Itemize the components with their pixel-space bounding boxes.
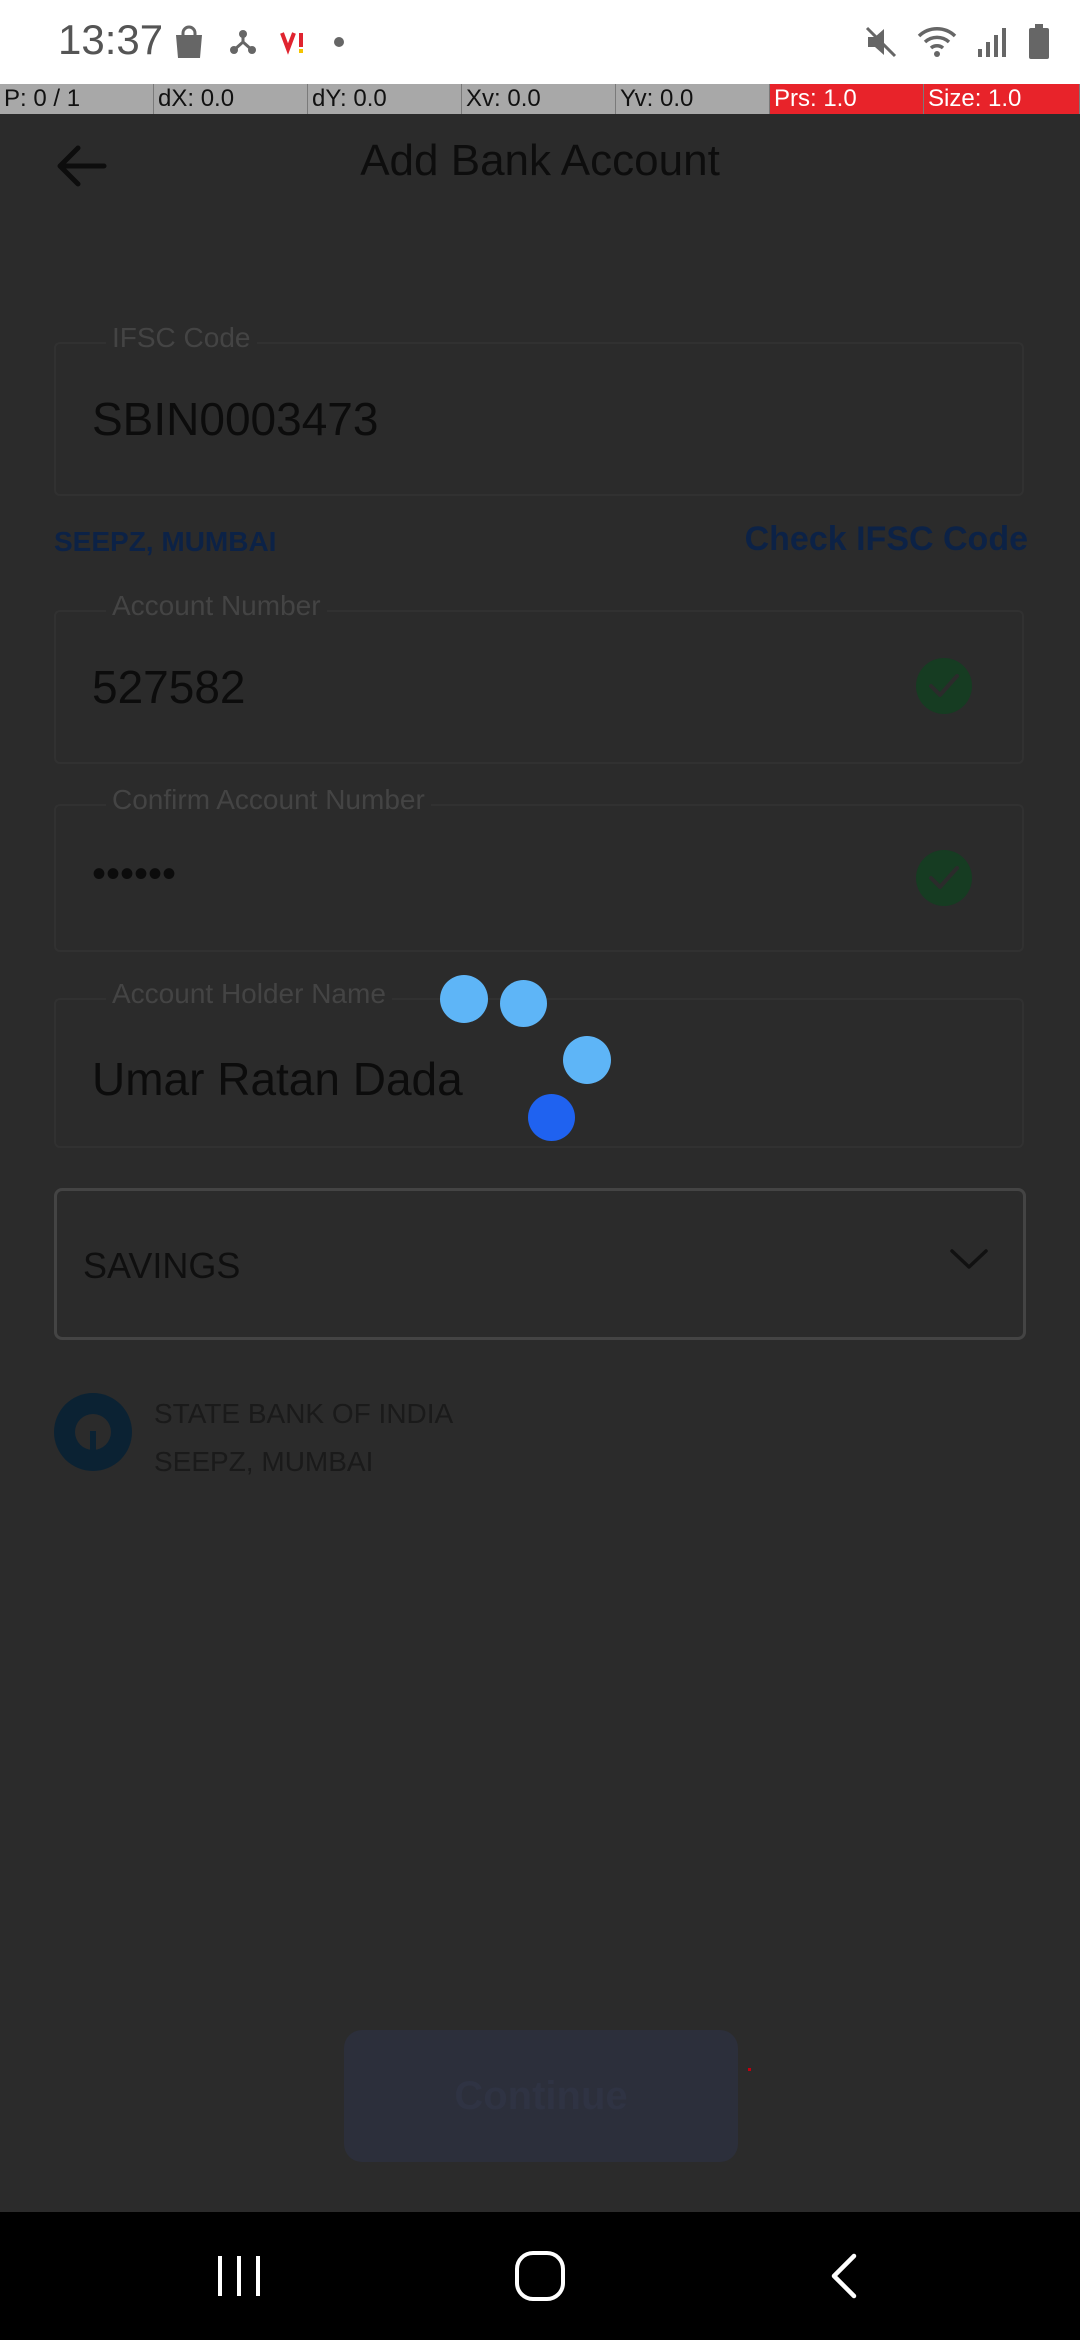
app-header: Add Bank Account xyxy=(0,114,1080,214)
ifsc-code-label: IFSC Code xyxy=(106,322,257,354)
account-number-field[interactable]: Account Number 527582 xyxy=(54,590,1024,764)
pointer-dy: dY: 0.0 xyxy=(308,84,462,114)
touch-indicator-dot xyxy=(748,2068,751,2071)
spinner-dot xyxy=(563,1036,611,1084)
add-bank-account-screen: Add Bank Account IFSC Code SBIN0003473 S… xyxy=(0,114,1080,2212)
share-hub-icon xyxy=(230,30,256,54)
ifsc-code-value: SBIN0003473 xyxy=(92,393,379,445)
battery-icon xyxy=(1029,24,1049,59)
account-type-value: SAVINGS xyxy=(83,1245,241,1286)
ifsc-branch-hint: SEEPZ, MUMBAI xyxy=(54,526,277,557)
continue-button[interactable]: Continue xyxy=(344,2030,738,2162)
pointer-pressure: Prs: 1.0 xyxy=(770,84,924,114)
ifsc-code-field[interactable]: IFSC Code SBIN0003473 xyxy=(54,322,1024,496)
bank-name: STATE BANK OF INDIA xyxy=(154,1398,454,1429)
chevron-down-icon xyxy=(950,1249,988,1269)
spinner-dot xyxy=(440,975,488,1023)
pointer-location-bar: P: 0 / 1 dX: 0.0 dY: 0.0 Xv: 0.0 Yv: 0.0… xyxy=(0,84,1080,114)
account-number-valid-check-icon xyxy=(916,658,972,714)
recent-apps-icon[interactable] xyxy=(214,2256,264,2296)
pointer-xv: Xv: 0.0 xyxy=(462,84,616,114)
account-holder-name-value: Umar Ratan Dada xyxy=(92,1053,463,1105)
home-icon[interactable] xyxy=(514,2250,566,2302)
account-number-value: 527582 xyxy=(92,661,246,713)
pointer-count: P: 0 / 1 xyxy=(0,84,154,114)
confirm-account-valid-check-icon xyxy=(916,850,972,906)
wifi-icon xyxy=(917,27,957,57)
pointer-size: Size: 1.0 xyxy=(924,84,1080,114)
account-type-select[interactable]: SAVINGS xyxy=(54,1188,1026,1340)
system-navigation-bar xyxy=(0,2212,1080,2340)
bank-branch: SEEPZ, MUMBAI xyxy=(154,1446,374,1477)
status-right-icons xyxy=(864,20,1050,64)
mute-icon xyxy=(865,26,897,58)
status-time: 13:37 xyxy=(58,16,164,63)
spinner-dot xyxy=(528,1094,575,1141)
vi-logo-icon xyxy=(280,32,303,55)
status-bar: 13:37 xyxy=(0,0,1080,84)
check-ifsc-code-link[interactable]: Check IFSC Code xyxy=(745,520,1028,559)
dot-icon xyxy=(334,37,344,47)
continue-label: Continue xyxy=(454,2074,628,2118)
confirm-account-number-field[interactable]: Confirm Account Number •••••• xyxy=(54,784,1024,952)
pointer-dx: dX: 0.0 xyxy=(154,84,308,114)
confirm-account-number-value: •••••• xyxy=(92,852,177,896)
account-holder-name-label: Account Holder Name xyxy=(106,978,392,1010)
pointer-yv: Yv: 0.0 xyxy=(616,84,770,114)
account-number-label: Account Number xyxy=(106,590,327,622)
spinner-dot xyxy=(500,980,547,1027)
sbi-logo-icon xyxy=(54,1393,132,1471)
status-left-icons xyxy=(172,22,346,62)
signal-icon xyxy=(978,28,1006,57)
shopping-bag-icon xyxy=(176,25,202,58)
back-nav-icon[interactable] xyxy=(826,2252,862,2300)
page-title: Add Bank Account xyxy=(360,136,720,185)
confirm-account-number-label: Confirm Account Number xyxy=(106,784,431,816)
